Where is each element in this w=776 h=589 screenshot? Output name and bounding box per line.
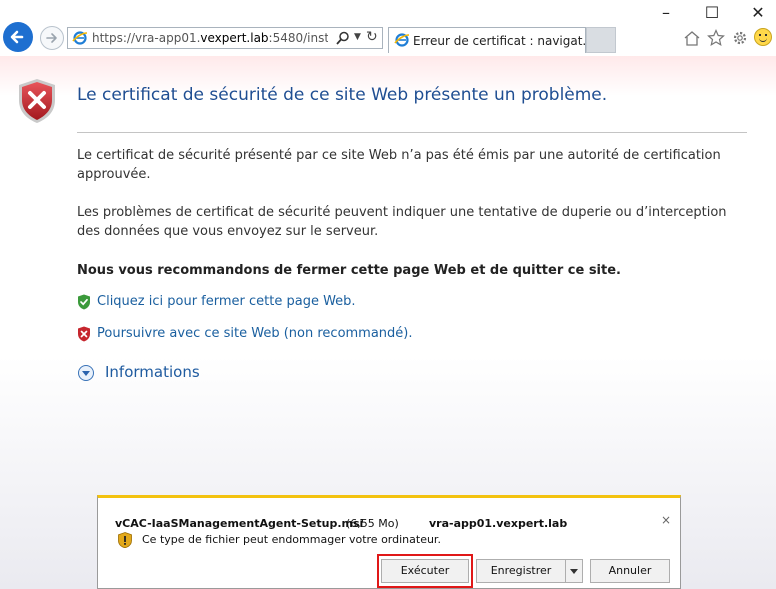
close-page-link[interactable]: Cliquez ici pour fermer cette page Web. xyxy=(97,294,356,309)
download-filename: vCAC-IaaSManagementAgent-Setup.msi xyxy=(115,517,364,530)
save-options-dropdown[interactable] xyxy=(565,559,583,583)
refresh-icon[interactable]: ↻ xyxy=(366,29,378,45)
maximize-button[interactable]: ☐ xyxy=(698,2,726,24)
error-shield-icon xyxy=(19,79,55,123)
favorites-star-icon[interactable] xyxy=(707,29,725,47)
recommendation-text: Nous vous recommandons de fermer cette p… xyxy=(77,263,621,278)
description-paragraph: Le certificat de sécurité présenté par c… xyxy=(77,148,721,182)
page-title: Le certificat de sécurité de ce site Web… xyxy=(77,85,608,105)
close-download-bar-button[interactable]: × xyxy=(661,513,671,527)
chevron-down-icon[interactable]: ▼ xyxy=(354,32,361,42)
save-button[interactable]: Enregistrer xyxy=(476,559,566,583)
ie-logo-icon xyxy=(72,31,88,45)
tab-title: Erreur de certificat : navigat... xyxy=(413,34,594,48)
address-bar[interactable]: https://vra-app01.vexpert.lab:5480/insta… xyxy=(67,27,383,49)
feedback-smiley-icon[interactable] xyxy=(754,28,772,46)
download-host: vra-app01.vexpert.lab xyxy=(429,517,568,530)
tab-certificate-error[interactable]: Erreur de certificat : navigat... xyxy=(388,27,594,53)
more-information-label[interactable]: Informations xyxy=(105,363,200,381)
new-tab-button[interactable] xyxy=(586,27,616,53)
close-window-button[interactable]: ✕ xyxy=(744,2,772,24)
back-arrow-icon xyxy=(10,30,24,44)
warning-shield-icon xyxy=(118,532,132,548)
cancel-button[interactable]: Annuler xyxy=(590,559,670,583)
search-icon[interactable] xyxy=(335,30,351,46)
ie-logo-icon xyxy=(394,33,410,47)
run-button[interactable]: Exécuter xyxy=(381,559,469,583)
minimize-button[interactable]: – xyxy=(652,2,680,24)
red-shield-icon xyxy=(78,326,90,342)
download-warning-text: Ce type de fichier peut endommager votre… xyxy=(142,533,441,546)
forward-button[interactable] xyxy=(40,26,64,50)
risk-paragraph: Les problèmes de certificat de sécurité … xyxy=(77,205,727,239)
download-size: (6,55 Mo) xyxy=(346,517,399,530)
browser-chrome: – ☐ ✕ https://vra-app01.vexpert.lab:5480… xyxy=(0,0,776,56)
home-icon[interactable] xyxy=(683,29,701,47)
download-notification-bar: vCAC-IaaSManagementAgent-Setup.msi (6,55… xyxy=(97,495,681,589)
gear-icon[interactable] xyxy=(731,29,749,47)
divider xyxy=(77,132,747,133)
continue-to-site-link[interactable]: Poursuivre avec ce site Web (non recomma… xyxy=(97,326,413,341)
expand-chevron-icon[interactable] xyxy=(78,365,94,381)
green-shield-icon xyxy=(78,294,90,310)
back-button[interactable] xyxy=(3,22,33,52)
forward-arrow-icon xyxy=(46,33,57,43)
url-text[interactable]: https://vra-app01.vexpert.lab:5480/insta… xyxy=(92,31,328,45)
